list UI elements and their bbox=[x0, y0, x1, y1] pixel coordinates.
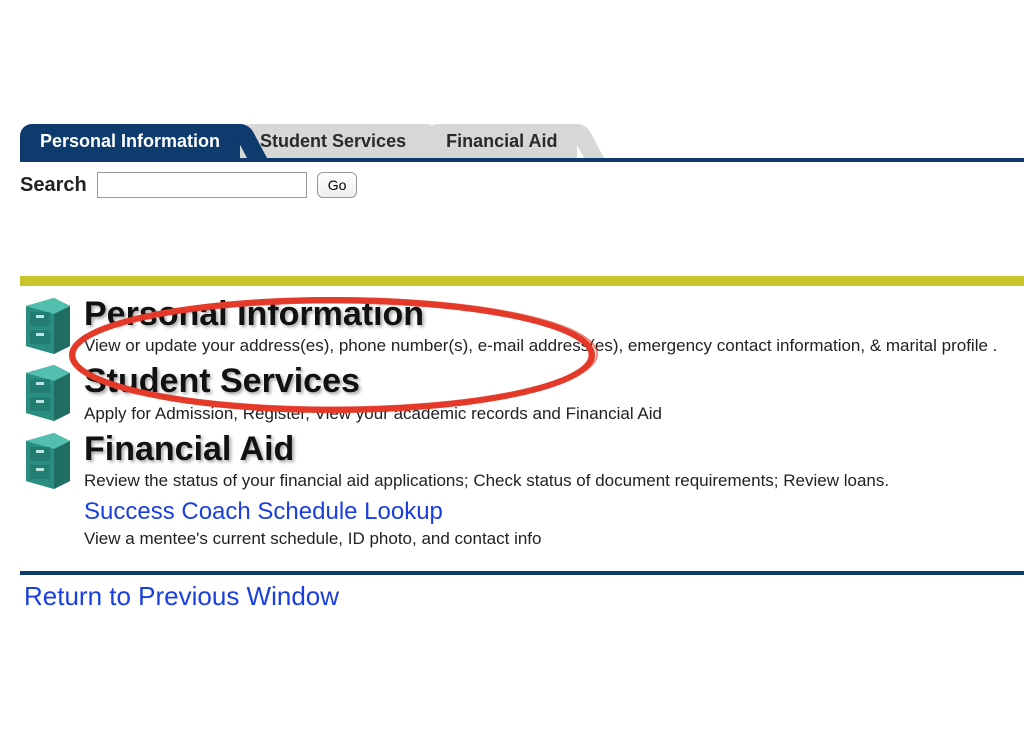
tabs-row: Personal Information Student Services Fi… bbox=[20, 120, 1024, 158]
menu-item-student-services[interactable]: Student Services Apply for Admission, Re… bbox=[20, 359, 1024, 426]
tab-label: Financial Aid bbox=[446, 131, 557, 151]
file-cabinet-icon bbox=[20, 363, 76, 421]
tab-student-services[interactable]: Student Services bbox=[240, 124, 426, 158]
return-link[interactable]: Return to Previous Window bbox=[20, 575, 1024, 612]
menu-description: Review the status of your financial aid … bbox=[84, 470, 1024, 492]
menu-title: Personal Information bbox=[84, 296, 1024, 333]
tab-personal-information[interactable]: Personal Information bbox=[20, 124, 240, 158]
gold-divider bbox=[20, 276, 1024, 286]
main-menu: Personal Information View or update your… bbox=[20, 292, 1024, 553]
menu-title-link[interactable]: Success Coach Schedule Lookup bbox=[84, 498, 1024, 526]
menu-title: Financial Aid bbox=[84, 431, 1024, 468]
search-row: Search Go bbox=[20, 172, 1024, 198]
menu-description: View a mentee's current schedule, ID pho… bbox=[84, 528, 1024, 550]
file-cabinet-icon bbox=[20, 431, 76, 489]
search-label: Search bbox=[20, 174, 87, 197]
menu-description: Apply for Admission, Register, View your… bbox=[84, 403, 1024, 425]
menu-item-financial-aid[interactable]: Financial Aid Review the status of your … bbox=[20, 427, 1024, 494]
menu-description: View or update your address(es), phone n… bbox=[84, 335, 1024, 357]
tab-underline bbox=[20, 158, 1024, 162]
menu-title: Student Services bbox=[84, 363, 1024, 400]
search-input[interactable] bbox=[97, 172, 307, 198]
menu-item-personal-information[interactable]: Personal Information View or update your… bbox=[20, 292, 1024, 359]
go-button[interactable]: Go bbox=[317, 172, 358, 198]
file-cabinet-icon bbox=[20, 296, 76, 354]
tab-label: Student Services bbox=[260, 131, 406, 151]
menu-item-success-coach[interactable]: Success Coach Schedule Lookup View a men… bbox=[20, 494, 1024, 552]
tab-label: Personal Information bbox=[40, 131, 220, 151]
